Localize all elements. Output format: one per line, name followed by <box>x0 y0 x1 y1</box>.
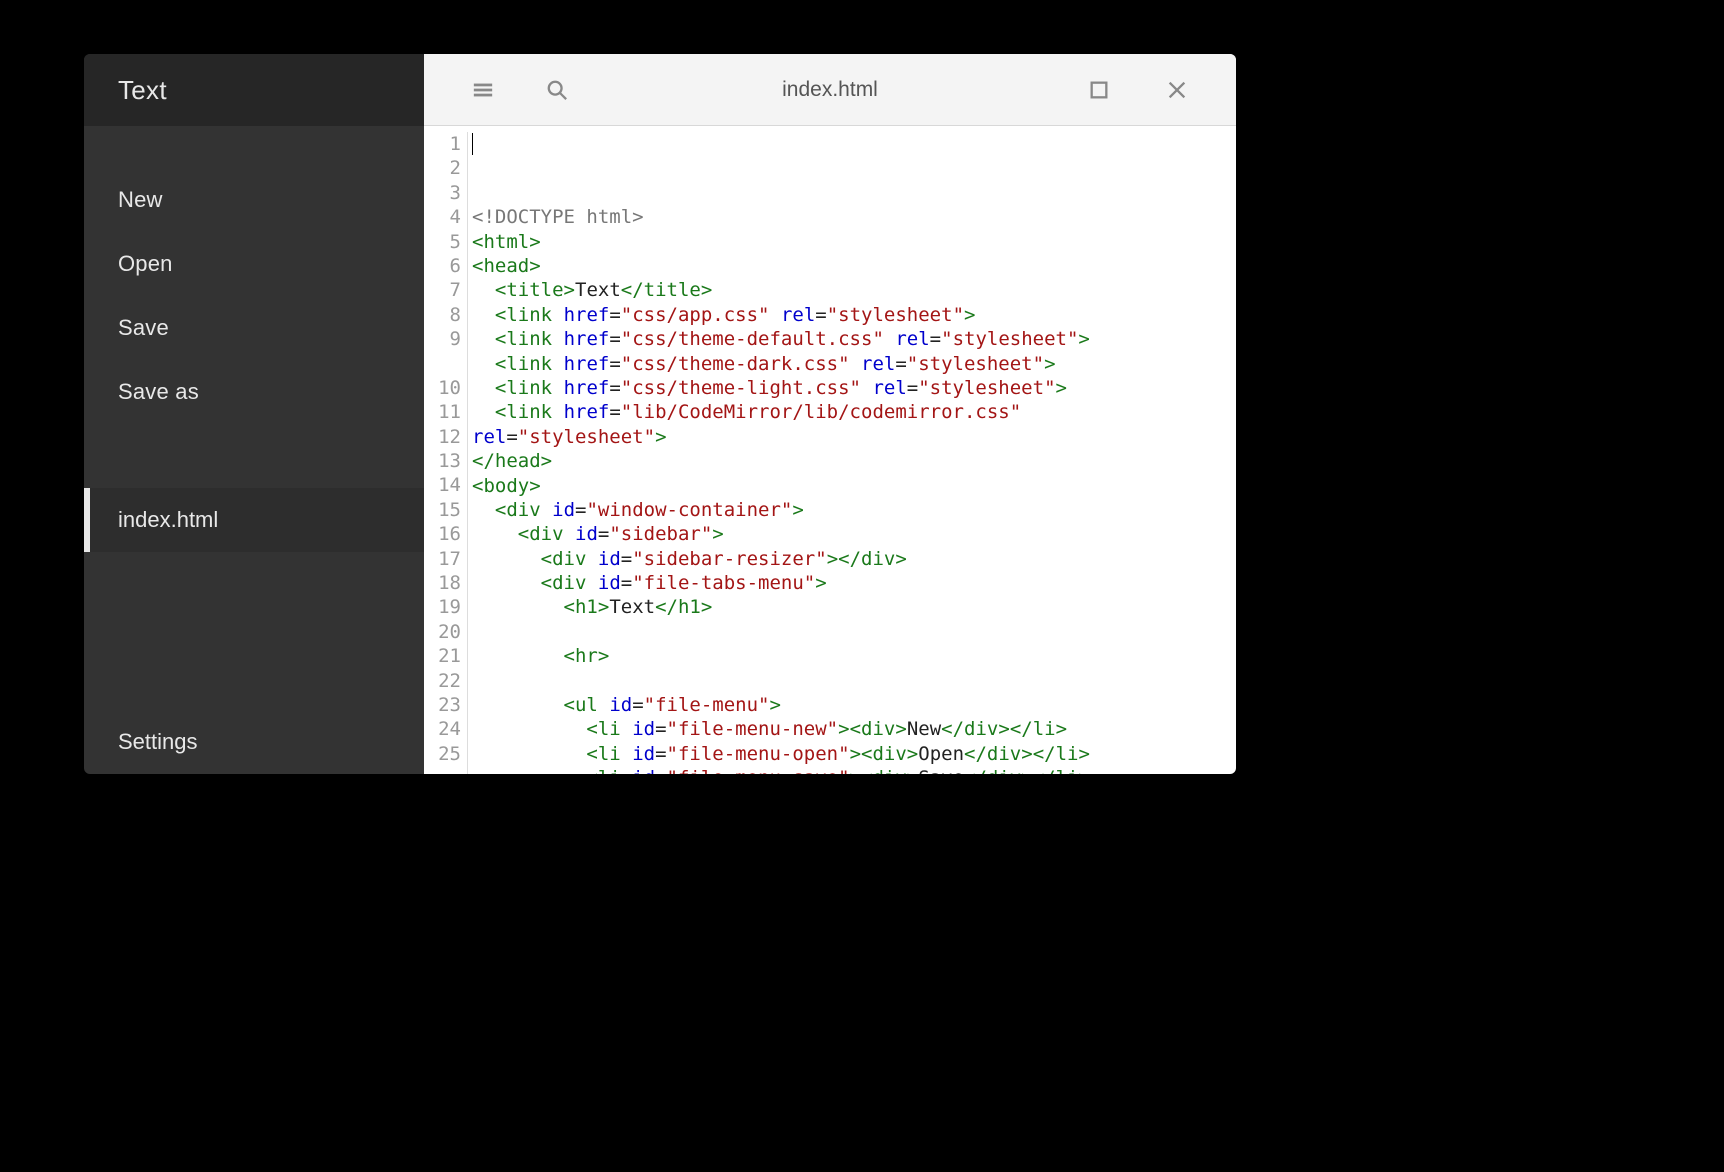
menu-icon[interactable] <box>472 79 494 101</box>
maximize-icon[interactable] <box>1088 79 1110 101</box>
search-icon[interactable] <box>546 79 568 101</box>
editor-pane: index.html 12345678910111213141516171819… <box>424 54 1236 774</box>
app-title: Text <box>84 54 424 126</box>
file-menu-saveas[interactable]: Save as <box>84 360 424 424</box>
open-tabs: index.html <box>84 488 424 710</box>
text-cursor <box>472 133 473 155</box>
file-menu-open[interactable]: Open <box>84 232 424 296</box>
toolbar: index.html <box>424 54 1236 126</box>
file-menu-save[interactable]: Save <box>84 296 424 360</box>
file-menu-new[interactable]: New <box>84 168 424 232</box>
sidebar: Text New Open Save Save as index.html Se… <box>84 54 424 774</box>
code-content[interactable]: <!DOCTYPE html><html><head> <title>Text<… <box>468 132 1236 774</box>
app-window: Text New Open Save Save as index.html Se… <box>84 54 1236 774</box>
file-menu: New Open Save Save as <box>84 126 424 424</box>
tab-index-html[interactable]: index.html <box>84 488 424 552</box>
line-gutter: 1234567891011121314151617181920212223242… <box>424 132 468 774</box>
settings-button[interactable]: Settings <box>84 710 424 774</box>
code-area[interactable]: 1234567891011121314151617181920212223242… <box>424 126 1236 774</box>
close-icon[interactable] <box>1166 79 1188 101</box>
